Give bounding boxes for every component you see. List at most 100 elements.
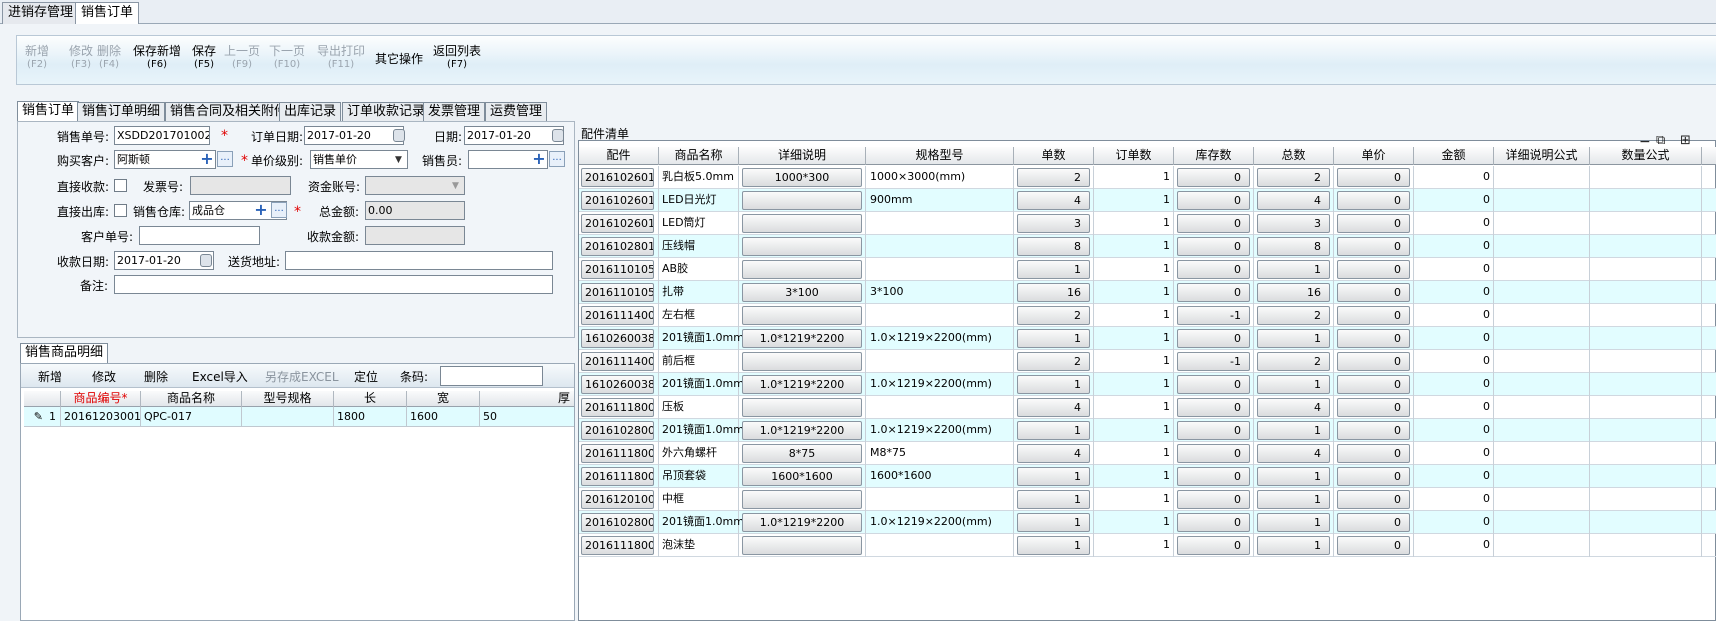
tab-contract[interactable]: 销售合同及相关附件 bbox=[165, 102, 293, 121]
parts-stock-button[interactable]: 0 bbox=[1177, 191, 1250, 210]
parts-desc-button[interactable]: 1.0*1219*2200 bbox=[742, 329, 862, 348]
parts-stock-button[interactable]: 0 bbox=[1177, 513, 1250, 532]
parts-total-button[interactable]: 2 bbox=[1257, 306, 1330, 325]
parts-code-button[interactable]: 1610260038镜 bbox=[581, 375, 654, 394]
order-no-field[interactable]: XSDD201701002 bbox=[114, 126, 210, 145]
next-page-button[interactable]: 下一页 (F10) bbox=[269, 44, 305, 72]
parts-desc-button[interactable] bbox=[742, 191, 862, 210]
parts-unit-button[interactable]: 1 bbox=[1017, 536, 1090, 555]
tab-outbound[interactable]: 出库记录 bbox=[279, 102, 342, 121]
parts-unit-button[interactable]: 1 bbox=[1017, 329, 1090, 348]
parts-price-button[interactable]: 0 bbox=[1337, 536, 1410, 555]
parts-total-button[interactable]: 4 bbox=[1257, 398, 1330, 417]
dropdown-arrow-icon[interactable]: ▼ bbox=[452, 181, 459, 191]
parts-price-button[interactable]: 0 bbox=[1337, 490, 1410, 509]
parts-total-button[interactable]: 2 bbox=[1257, 168, 1330, 187]
parts-code-button[interactable]: 201611180010 bbox=[581, 536, 654, 555]
parts-total-button[interactable]: 1 bbox=[1257, 513, 1330, 532]
parts-total-button[interactable]: 4 bbox=[1257, 191, 1330, 210]
save-new-button[interactable]: 保存新增 (F6) bbox=[133, 44, 181, 72]
calendar-icon[interactable] bbox=[200, 254, 212, 267]
back-to-list-button[interactable]: 返回列表 (F7) bbox=[433, 44, 481, 72]
parts-total-button[interactable]: 4 bbox=[1257, 444, 1330, 463]
parts-code-button[interactable]: 201611180008 bbox=[581, 467, 654, 486]
restore-icon[interactable]: ⧉ bbox=[1656, 133, 1665, 148]
tab-sales-goods-detail[interactable]: 销售商品明细 bbox=[20, 343, 109, 363]
add-customer-icon[interactable]: + bbox=[200, 151, 214, 167]
parts-unit-button[interactable]: 2 bbox=[1017, 168, 1090, 187]
parts-code-button[interactable]: 201610260115 bbox=[581, 191, 654, 210]
top-tab-inventory[interactable]: 进销存管理 bbox=[2, 2, 80, 24]
parts-price-button[interactable]: 0 bbox=[1337, 168, 1410, 187]
parts-stock-button[interactable]: 0 bbox=[1177, 329, 1250, 348]
parts-desc-button[interactable]: 3*100 bbox=[742, 283, 862, 302]
table-row[interactable]: 201610280002 201镜面1.0mm1.0*1219*2200 1.0×1… bbox=[579, 419, 1716, 442]
parts-price-button[interactable]: 0 bbox=[1337, 306, 1410, 325]
new-button[interactable]: 新增 (F2) bbox=[25, 44, 49, 72]
price-level-select[interactable]: 销售单价 bbox=[310, 150, 408, 169]
parts-stock-button[interactable]: -1 bbox=[1177, 306, 1250, 325]
parts-desc-button[interactable]: 8*75 bbox=[742, 444, 862, 463]
table-row[interactable]: 1610260038镜 201镜面1.0mm1.0*1219*2200 1.0×12… bbox=[579, 327, 1716, 350]
receipt-date-field[interactable]: 2017-01-20 bbox=[114, 251, 214, 270]
parts-stock-button[interactable]: 0 bbox=[1177, 283, 1250, 302]
fund-account-select[interactable] bbox=[365, 176, 465, 195]
parts-price-button[interactable]: 0 bbox=[1337, 444, 1410, 463]
remark-field[interactable] bbox=[114, 275, 553, 294]
parts-desc-button[interactable] bbox=[742, 398, 862, 417]
parts-desc-button[interactable]: 1.0*1219*2200 bbox=[742, 375, 862, 394]
goods-add-button[interactable]: 新增 bbox=[38, 368, 62, 385]
parts-unit-button[interactable]: 4 bbox=[1017, 444, 1090, 463]
table-row[interactable]: 201611180006外六角螺杆8*75M8*75404010 bbox=[579, 442, 1716, 465]
parts-code-button[interactable]: 201610280002 bbox=[581, 513, 654, 532]
export-print-button[interactable]: 导出打印 (F11) bbox=[317, 44, 365, 72]
table-row[interactable]: 201612010008中框101010 bbox=[579, 488, 1716, 511]
calendar-icon[interactable] bbox=[393, 129, 405, 142]
save-button[interactable]: 保存 (F5) bbox=[192, 44, 216, 72]
table-row[interactable]: 201611010539扎带3*1003*10016016010 bbox=[579, 281, 1716, 304]
save-excel-button[interactable]: 另存成EXCEL bbox=[265, 368, 339, 385]
parts-unit-button[interactable]: 1 bbox=[1017, 421, 1090, 440]
calendar-icon[interactable] bbox=[552, 129, 564, 142]
parts-stock-button[interactable]: 0 bbox=[1177, 168, 1250, 187]
maximize-icon[interactable]: ⊞ bbox=[1680, 133, 1691, 148]
parts-price-button[interactable]: 0 bbox=[1337, 421, 1410, 440]
parts-total-button[interactable]: 16 bbox=[1257, 283, 1330, 302]
parts-price-button[interactable]: 0 bbox=[1337, 513, 1410, 532]
table-row[interactable]: 201611180010泡沫垫101010 bbox=[579, 534, 1716, 557]
parts-price-button[interactable]: 0 bbox=[1337, 191, 1410, 210]
parts-code-button[interactable]: 201611010508 bbox=[581, 260, 654, 279]
parts-price-button[interactable]: 0 bbox=[1337, 214, 1410, 233]
table-row[interactable]: 201610280197压线帽808010 bbox=[579, 235, 1716, 258]
parts-total-button[interactable]: 8 bbox=[1257, 237, 1330, 256]
parts-unit-button[interactable]: 1 bbox=[1017, 467, 1090, 486]
table-row[interactable]: 201610260121LED筒灯303010 bbox=[579, 212, 1716, 235]
goods-row-name[interactable]: QPC-017 bbox=[141, 407, 242, 427]
parts-desc-button[interactable] bbox=[742, 260, 862, 279]
delete-button[interactable]: 删除 (F4) bbox=[97, 44, 121, 72]
parts-stock-button[interactable]: 0 bbox=[1177, 536, 1250, 555]
locate-button[interactable]: 定位 bbox=[354, 368, 378, 385]
table-row[interactable]: 201611140032前后框2-12010 bbox=[579, 350, 1716, 373]
parts-code-button[interactable]: 201611180006 bbox=[581, 444, 654, 463]
parts-unit-button[interactable]: 1 bbox=[1017, 260, 1090, 279]
parts-desc-button[interactable] bbox=[742, 306, 862, 325]
table-row[interactable]: 201610280002 201镜面1.0mm1.0*1219*2200 1.0×1… bbox=[579, 511, 1716, 534]
other-ops-button[interactable]: 其它操作 bbox=[375, 52, 423, 66]
parts-total-button[interactable]: 1 bbox=[1257, 421, 1330, 440]
parts-price-button[interactable]: 0 bbox=[1337, 467, 1410, 486]
add-salesman-icon[interactable]: + bbox=[532, 151, 546, 167]
parts-code-button[interactable]: 201611180002 bbox=[581, 398, 654, 417]
parts-unit-button[interactable]: 2 bbox=[1017, 306, 1090, 325]
direct-out-checkbox[interactable] bbox=[114, 204, 127, 217]
parts-desc-button[interactable] bbox=[742, 490, 862, 509]
browse-salesman-icon[interactable]: ... bbox=[549, 151, 565, 167]
top-tab-sales-order[interactable]: 销售订单 bbox=[75, 2, 140, 24]
table-row[interactable]: 201611180008吊顶套袋1600*16001600*1600101010 bbox=[579, 465, 1716, 488]
parts-total-button[interactable]: 1 bbox=[1257, 375, 1330, 394]
parts-stock-button[interactable]: 0 bbox=[1177, 490, 1250, 509]
parts-desc-button[interactable] bbox=[742, 214, 862, 233]
goods-delete-button[interactable]: 删除 bbox=[144, 368, 168, 385]
parts-stock-button[interactable]: 0 bbox=[1177, 398, 1250, 417]
parts-price-button[interactable]: 0 bbox=[1337, 352, 1410, 371]
